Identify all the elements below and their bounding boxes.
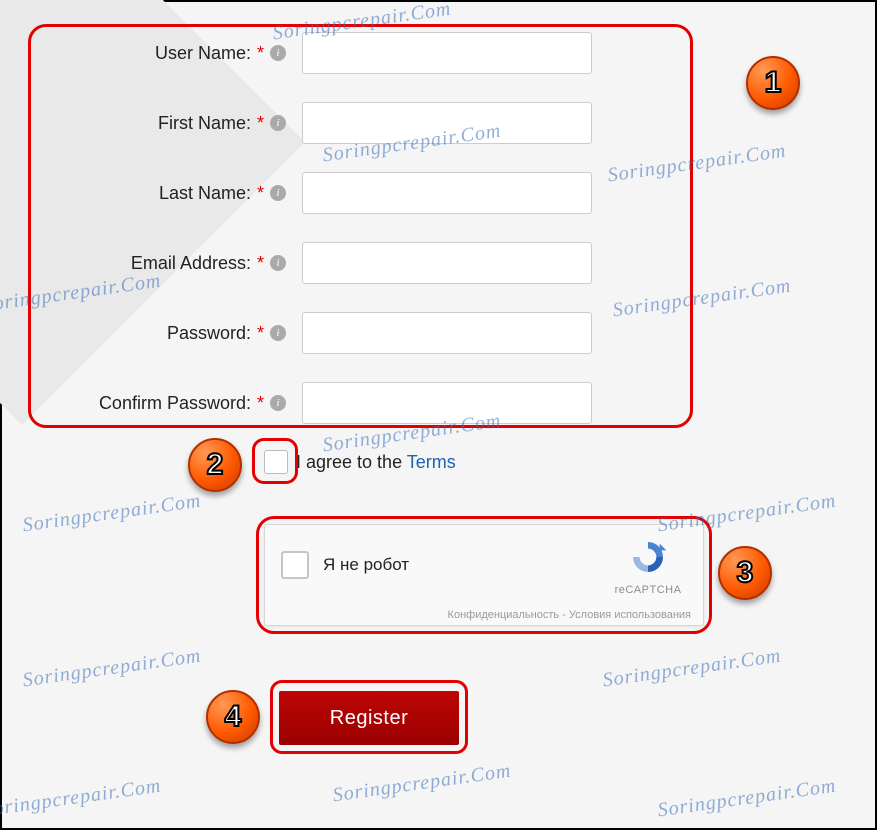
- label-wrap: User Name: * i: [32, 43, 302, 64]
- watermark: Soringpcrepair.Com: [21, 490, 202, 538]
- lastname-input[interactable]: [302, 172, 592, 214]
- badge-3: 3: [718, 546, 772, 600]
- info-icon[interactable]: i: [270, 395, 286, 411]
- label-wrap: Password: * i: [32, 323, 302, 344]
- registration-form: User Name: * i First Name: * i Last Name…: [32, 32, 845, 452]
- terms-prefix: I agree to the: [296, 452, 407, 472]
- field-confirm-password: Confirm Password: * i: [32, 382, 845, 424]
- watermark: Soringpcrepair.Com: [21, 645, 202, 693]
- label-wrap: Email Address: * i: [32, 253, 302, 274]
- password-input[interactable]: [302, 312, 592, 354]
- terms-link[interactable]: Terms: [407, 452, 456, 472]
- field-lastname: Last Name: * i: [32, 172, 845, 214]
- username-input[interactable]: [302, 32, 592, 74]
- recaptcha-label: Я не робот: [323, 555, 409, 575]
- watermark: Soringpcrepair.Com: [601, 645, 782, 693]
- watermark: Soringpcrepair.Com: [656, 775, 837, 823]
- required-asterisk: *: [257, 113, 264, 134]
- info-icon[interactable]: i: [270, 255, 286, 271]
- label-wrap: Confirm Password: * i: [32, 393, 302, 414]
- field-label: First Name:: [158, 113, 251, 134]
- recaptcha-brand: reCAPTCHA: [613, 584, 683, 596]
- watermark: Soringpcrepair.Com: [0, 775, 163, 823]
- info-icon[interactable]: i: [270, 185, 286, 201]
- email-input[interactable]: [302, 242, 592, 284]
- firstname-input[interactable]: [302, 102, 592, 144]
- badge-4: 4: [206, 690, 260, 744]
- field-password: Password: * i: [32, 312, 845, 354]
- recaptcha-icon: [628, 537, 668, 577]
- terms-checkbox[interactable]: [264, 450, 288, 474]
- field-label: Email Address:: [131, 253, 251, 274]
- required-asterisk: *: [257, 183, 264, 204]
- info-icon[interactable]: i: [270, 325, 286, 341]
- recaptcha-logo: reCAPTCHA: [613, 537, 683, 596]
- required-asterisk: *: [257, 253, 264, 274]
- confirm-password-input[interactable]: [302, 382, 592, 424]
- terms-text: I agree to the Terms: [296, 452, 456, 473]
- recaptcha-checkbox[interactable]: [281, 551, 309, 579]
- register-button[interactable]: Register: [279, 691, 459, 745]
- field-label: User Name:: [155, 43, 251, 64]
- terms-row: I agree to the Terms: [264, 450, 456, 474]
- field-firstname: First Name: * i: [32, 102, 845, 144]
- required-asterisk: *: [257, 43, 264, 64]
- field-label: Last Name:: [159, 183, 251, 204]
- label-wrap: Last Name: * i: [32, 183, 302, 204]
- field-email: Email Address: * i: [32, 242, 845, 284]
- watermark: Soringpcrepair.Com: [331, 760, 512, 808]
- label-wrap: First Name: * i: [32, 113, 302, 134]
- recaptcha-legal[interactable]: Конфиденциальность - Условия использован…: [448, 609, 691, 621]
- field-label: Confirm Password:: [99, 393, 251, 414]
- field-label: Password:: [167, 323, 251, 344]
- recaptcha-widget: Я не робот reCAPTCHA Конфиденциальность …: [264, 524, 704, 626]
- required-asterisk: *: [257, 323, 264, 344]
- required-asterisk: *: [257, 393, 264, 414]
- info-icon[interactable]: i: [270, 115, 286, 131]
- field-username: User Name: * i: [32, 32, 845, 74]
- info-icon[interactable]: i: [270, 45, 286, 61]
